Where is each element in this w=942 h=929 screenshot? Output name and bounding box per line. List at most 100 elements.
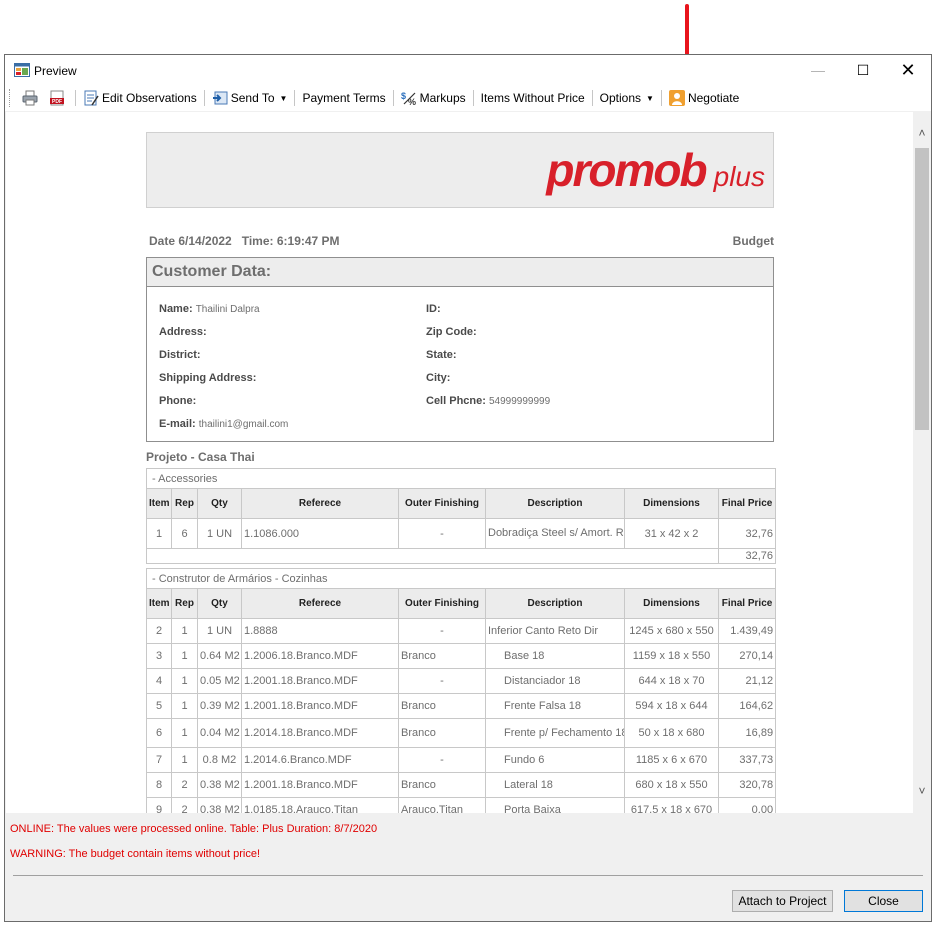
cell: 0.38 M2 bbox=[197, 797, 242, 813]
section-title: - Construtor de Armários - Cozinhas bbox=[145, 568, 777, 589]
toolbar-separator bbox=[591, 90, 593, 106]
customer-name-field: Name: Thailini Dalpra bbox=[159, 303, 260, 315]
project-title: Projeto - Casa Thai bbox=[146, 450, 255, 464]
user-icon bbox=[668, 90, 685, 106]
column-header: Description bbox=[485, 488, 625, 519]
cell: 1.1086.000 bbox=[241, 518, 399, 549]
cell: 1 bbox=[146, 518, 172, 549]
cell: 1 bbox=[171, 668, 198, 694]
scroll-up-icon[interactable]: ˄ bbox=[913, 122, 931, 144]
send-to-dropdown[interactable]: Send To ▼ bbox=[208, 87, 292, 109]
toolbar-grip[interactable] bbox=[9, 89, 12, 107]
cell: Porta Baixa bbox=[485, 797, 625, 813]
cell: 21,12 bbox=[717, 668, 777, 694]
toolbar-separator bbox=[75, 90, 76, 106]
edit-observations-label: Edit Observations bbox=[102, 91, 197, 105]
close-icon: ✕ bbox=[900, 59, 916, 80]
shipping-label: Shipping Address: bbox=[159, 372, 257, 384]
cell: 0.8 M2 bbox=[197, 747, 242, 773]
cell: - bbox=[398, 518, 486, 549]
items-without-price-label: Items Without Price bbox=[480, 91, 585, 105]
edit-observations-button[interactable]: Edit Observations bbox=[79, 87, 201, 109]
column-header: Dimensions bbox=[624, 588, 719, 619]
online-status-message: ONLINE: The values were processed online… bbox=[10, 823, 378, 835]
customer-email-field: E-mail: thailini1@gmail.com bbox=[159, 418, 288, 430]
cell: 1.2001.18.Branco.MDF bbox=[241, 693, 399, 719]
cell: 6 bbox=[171, 518, 198, 549]
table-header-row: Item Rep Qty Referece Outer Finishing De… bbox=[146, 588, 777, 619]
cell: 644 x 18 x 70 bbox=[624, 668, 719, 694]
cell: 0.05 M2 bbox=[197, 668, 242, 694]
customer-zip-field: Zip Code: bbox=[426, 326, 477, 338]
logo-main-text: promob bbox=[546, 144, 707, 196]
cell: Branco bbox=[398, 693, 486, 719]
send-to-label: Send To bbox=[230, 91, 275, 105]
toolbar-separator bbox=[392, 90, 394, 106]
table-row: 4 1 0.05 M2 1.2001.18.Branco.MDF - Distanciad… bbox=[146, 668, 777, 694]
subtotal-row: 32,76 bbox=[146, 548, 777, 564]
cell: 0.04 M2 bbox=[197, 718, 242, 748]
items-without-price-button[interactable]: Items Without Price bbox=[477, 87, 589, 109]
maximize-icon: ☐ bbox=[856, 61, 870, 78]
chevron-down-icon: ▼ bbox=[279, 93, 288, 103]
column-header: Qty bbox=[197, 488, 242, 519]
payment-terms-button[interactable]: Payment Terms bbox=[298, 87, 389, 109]
close-button[interactable]: Close bbox=[844, 890, 923, 912]
footer-divider bbox=[13, 875, 923, 876]
markups-button[interactable]: $ % Markups bbox=[397, 87, 470, 109]
maximize-button[interactable]: ☐ bbox=[840, 55, 886, 85]
title-bar: Preview — ☐ ✕ bbox=[5, 55, 931, 85]
city-label: City: bbox=[426, 372, 451, 384]
report-viewer[interactable]: promob plus Date 6/14/2022 Time: 6:19:47… bbox=[6, 112, 913, 813]
toolbar: PDF Edit Observations Send To ▼ Payment … bbox=[5, 85, 931, 111]
customer-data-panel: Customer Data: Name: Thailini Dalpra ID:… bbox=[146, 257, 774, 442]
date-time-line: Date 6/14/2022 Time: 6:19:47 PM bbox=[149, 234, 340, 248]
toolbar-separator bbox=[203, 90, 205, 106]
print-button[interactable] bbox=[18, 87, 45, 109]
cell: 337,73 bbox=[717, 747, 777, 773]
cell-label: Cell Phcne: bbox=[426, 395, 486, 407]
state-label: State: bbox=[426, 349, 457, 361]
minimize-icon: — bbox=[811, 62, 825, 78]
column-header: Final Price bbox=[717, 588, 777, 619]
cell: 6 bbox=[146, 718, 172, 748]
cell: 1 UN bbox=[197, 618, 242, 644]
cabinets-table: - Construtor de Armários - Cozinhas Item… bbox=[145, 568, 777, 813]
email-value: thailini1@gmail.com bbox=[198, 419, 289, 430]
cell-value: 54999999999 bbox=[488, 396, 551, 407]
cell: Fundo 6 bbox=[485, 747, 625, 773]
cell: 50 x 18 x 680 bbox=[624, 718, 719, 748]
column-header: Qty bbox=[197, 588, 242, 619]
preview-window: Preview — ☐ ✕ PDF Edit Observations Send… bbox=[4, 54, 932, 922]
scroll-down-icon[interactable]: ˅ bbox=[913, 780, 931, 802]
attach-to-project-button[interactable]: Attach to Project bbox=[732, 890, 833, 912]
section-title: - Accessories bbox=[145, 468, 777, 489]
cell: 1.2014.18.Branco.MDF bbox=[241, 718, 399, 748]
send-to-icon bbox=[212, 91, 228, 105]
printer-icon bbox=[22, 90, 38, 106]
table-row: 1 6 1 UN 1.1086.000 - Dobradiça Steel s/… bbox=[146, 518, 777, 549]
customer-phone-field: Phone: bbox=[159, 395, 196, 407]
export-pdf-button[interactable]: PDF bbox=[45, 87, 72, 109]
scrollbar-thumb[interactable] bbox=[915, 148, 929, 430]
column-header: Outer Finishing bbox=[398, 588, 486, 619]
close-window-button[interactable]: ✕ bbox=[885, 55, 931, 85]
cell: 1.0185.18.Arauco.Titan bbox=[241, 797, 399, 813]
negotiate-button[interactable]: Negotiate bbox=[665, 87, 743, 109]
table-row: 5 1 0.39 M2 1.2001.18.Branco.MDF Branco Frent… bbox=[146, 693, 777, 719]
customer-id-field: ID: bbox=[426, 303, 441, 315]
cell: 320,78 bbox=[717, 772, 777, 798]
cell: 2 bbox=[171, 772, 198, 798]
cell: Lateral 18 bbox=[485, 772, 625, 798]
cell: 4 bbox=[146, 668, 172, 694]
options-dropdown[interactable]: Options ▼ bbox=[596, 87, 658, 109]
customer-district-field: District: bbox=[159, 349, 201, 361]
cell: Base 18 bbox=[485, 643, 625, 669]
customer-data-header: Customer Data: bbox=[147, 258, 773, 287]
column-header: Final Price bbox=[717, 488, 777, 519]
customer-state-field: State: bbox=[426, 349, 457, 361]
cell: Frente p/ Fechamento 18 bbox=[485, 718, 625, 748]
vertical-scrollbar[interactable]: ˄ ˅ bbox=[913, 112, 931, 813]
customer-address-field: Address: bbox=[159, 326, 207, 338]
minimize-button[interactable]: — bbox=[795, 55, 841, 85]
